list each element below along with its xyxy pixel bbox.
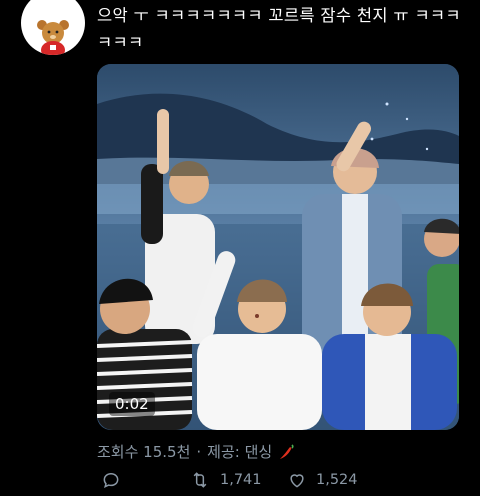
- provider-label[interactable]: 제공: 댄싱: [207, 441, 272, 462]
- video-player[interactable]: 0:02: [97, 64, 459, 430]
- reply-button[interactable]: [101, 470, 121, 490]
- retweet-button[interactable]: 1,741: [189, 470, 262, 490]
- tweet-actions: 1,741 1,524: [97, 470, 477, 496]
- retweet-count: 1,741: [220, 472, 262, 488]
- tweet-text: 으악 ㅜ ㅋㅋㅋㅋㅋㅋㅋ 꼬르륵 잠수 천지 ㅠ ㅋㅋㅋㅋㅋㅋ: [97, 6, 461, 52]
- views-count: 조회수 15.5천: [97, 443, 191, 461]
- teddy-bear-icon: [37, 20, 69, 55]
- chili-pepper-icon: [280, 443, 294, 459]
- tweet-meta: 조회수 15.5천 · 제공: 댄싱: [97, 441, 296, 462]
- retweet-icon: [193, 472, 207, 488]
- video-frame: [97, 64, 459, 430]
- like-count: 1,524: [316, 472, 358, 488]
- reply-icon: [103, 472, 119, 489]
- meta-separator: ·: [196, 442, 202, 461]
- video-duration: 0:02: [109, 392, 155, 416]
- avatar[interactable]: [21, 0, 85, 55]
- heart-icon: [290, 474, 304, 488]
- like-button[interactable]: 1,524: [287, 470, 358, 490]
